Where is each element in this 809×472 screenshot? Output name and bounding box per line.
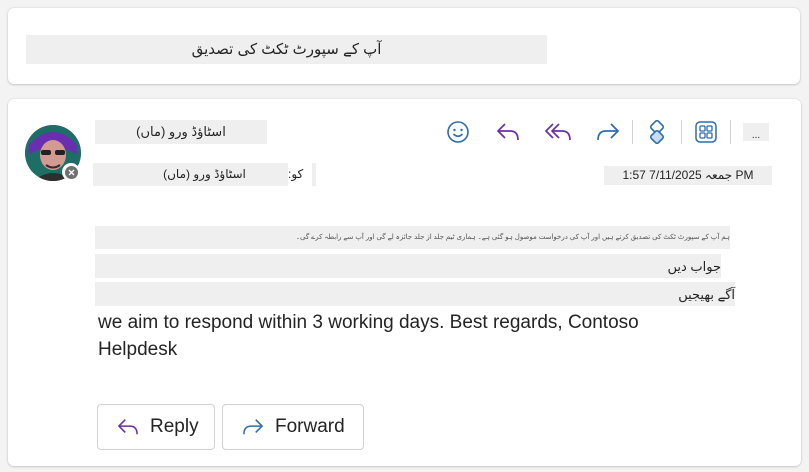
body-text: we aim to respond within 3 working days.… <box>98 312 639 360</box>
recipient-label: کو: <box>288 163 312 186</box>
reply-icon <box>118 419 138 435</box>
reply-button-label: Reply <box>150 416 199 437</box>
more-options-button[interactable]: ... <box>743 123 769 141</box>
reply-button[interactable]: Reply <box>97 404 215 450</box>
forward-icon <box>243 419 263 435</box>
email-subject: آپ کے سپورٹ ٹکٹ کی تصدیق <box>26 35 547 64</box>
sender-name[interactable]: اسٹاؤڈ ورو (ماں) <box>95 120 267 144</box>
recipient-row: کو: اسٹاؤڈ ورو (ماں) <box>93 163 316 186</box>
apps-icon <box>695 121 717 143</box>
message-toolbar: ... <box>438 117 769 147</box>
subject-card: آپ کے سپورٹ ٹکٹ کی تصدیق <box>8 8 800 84</box>
recipient-value[interactable]: اسٹاؤڈ ورو (ماں) <box>133 163 276 186</box>
toolbar-divider <box>681 120 682 144</box>
forward-button[interactable]: Forward <box>222 404 364 450</box>
body-line: جواب دیں <box>95 254 721 278</box>
forward-icon <box>597 123 619 141</box>
toolbar-divider <box>632 120 633 144</box>
emoji-icon <box>447 121 469 143</box>
emoji-button[interactable] <box>438 117 478 147</box>
sent-date: جمعہ 7/11/2025 1:57 PM <box>604 166 772 185</box>
loop-button[interactable] <box>637 117 677 147</box>
loop-icon <box>649 120 665 144</box>
forward-button-label: Forward <box>275 416 345 437</box>
blocked-status-icon <box>68 169 74 175</box>
message-card: اسٹاؤڈ ورو (ماں) ... کو: اسٹاؤڈ ورو (ماں… <box>8 99 801 466</box>
reply-toolbar-button[interactable] <box>488 117 528 147</box>
forward-toolbar-button[interactable] <box>588 117 628 147</box>
body-line: آگے بھیجیں <box>95 282 735 306</box>
reply-all-icon <box>545 123 571 141</box>
reply-icon <box>497 123 519 141</box>
status-badge <box>62 163 80 181</box>
reply-all-toolbar-button[interactable] <box>538 117 578 147</box>
apps-button[interactable] <box>686 117 726 147</box>
body-line: ہم آپ کے سپورٹ ٹکٹ کی تصدیق کرتے ہیں اور… <box>95 226 730 249</box>
toolbar-divider <box>730 120 731 144</box>
